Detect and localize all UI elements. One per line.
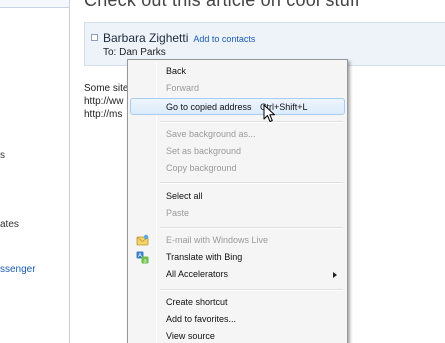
- left-nav-item[interactable]: ates: [0, 219, 19, 230]
- menu-item-paste[interactable]: Paste: [130, 205, 345, 222]
- menu-item-set-as-background[interactable]: Set as background: [130, 143, 345, 160]
- message-body: Some site http://ww http://ms: [84, 82, 128, 121]
- menu-item-label: All Accelerators: [166, 269, 229, 279]
- context-menu: Back Forward Go to copied address Ctrl+S…: [127, 59, 348, 343]
- bing-translate-icon: A a: [136, 251, 149, 264]
- menu-item-label: Set as background: [166, 146, 242, 156]
- left-navigation-pane: s ates ssenger: [0, 0, 70, 343]
- menu-item-save-background[interactable]: Save background as...: [130, 126, 345, 143]
- body-link[interactable]: http://ms: [84, 108, 128, 121]
- menu-item-forward[interactable]: Forward: [130, 80, 345, 97]
- message-subject: Check out this article on cool stuff: [84, 0, 361, 10]
- menu-item-label: Select all: [166, 191, 203, 201]
- menu-item-label: E-mail with Windows Live: [166, 235, 269, 245]
- add-to-contacts-link[interactable]: Add to contacts: [193, 34, 255, 44]
- mouse-pointer-icon: [263, 104, 275, 122]
- left-nav-item[interactable]: s: [0, 150, 5, 161]
- menu-item-email-with-windows-live[interactable]: E-mail with Windows Live: [130, 232, 345, 249]
- menu-item-add-to-favorites[interactable]: Add to favorites...: [130, 311, 345, 328]
- menu-item-copy-background[interactable]: Copy background: [130, 160, 345, 177]
- menu-item-label: Translate with Bing: [166, 252, 243, 262]
- menu-item-label: Save background as...: [166, 129, 256, 139]
- menu-separator: [160, 289, 343, 291]
- sender-line: Barbara Zighetti Add to contacts: [91, 31, 255, 45]
- menu-item-create-shortcut[interactable]: Create shortcut: [130, 294, 345, 311]
- menu-item-translate-with-bing[interactable]: A a Translate with Bing: [130, 249, 345, 266]
- body-text-line: Some site: [84, 83, 129, 94]
- menu-item-label: Paste: [166, 208, 190, 218]
- menu-item-go-to-copied-address[interactable]: Go to copied address Ctrl+Shift+L: [130, 98, 345, 115]
- menu-item-label: Back: [166, 66, 187, 76]
- menu-item-label: Go to copied address: [166, 102, 252, 112]
- menu-separator: [160, 121, 343, 123]
- menu-separator: [160, 182, 343, 184]
- menu-item-label: Add to favorites...: [166, 314, 237, 324]
- menu-item-label: Create shortcut: [166, 297, 228, 307]
- svg-text:a: a: [143, 258, 146, 264]
- menu-item-label: Forward: [166, 83, 200, 93]
- submenu-arrow-icon: [333, 272, 337, 278]
- left-pane-header: [0, 0, 69, 8]
- recipient-line: To: Dan Parks: [103, 47, 166, 58]
- windows-live-mail-icon: [136, 234, 149, 246]
- menu-item-label: View source: [166, 331, 215, 341]
- menu-item-back[interactable]: Back: [130, 63, 345, 80]
- menu-item-label: Copy background: [166, 163, 237, 173]
- menu-separator: [160, 227, 343, 229]
- menu-item-all-accelerators[interactable]: All Accelerators: [130, 266, 345, 283]
- contact-status-icon: [91, 34, 98, 41]
- menu-item-select-all[interactable]: Select all: [130, 188, 345, 205]
- sender-name[interactable]: Barbara Zighetti: [103, 31, 188, 45]
- body-link[interactable]: http://ww: [84, 95, 128, 108]
- menu-item-view-source[interactable]: View source: [130, 328, 345, 343]
- left-nav-link-messenger[interactable]: ssenger: [0, 264, 36, 275]
